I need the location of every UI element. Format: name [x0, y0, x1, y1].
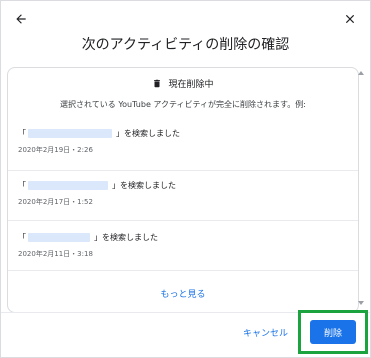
open-bracket: 「 — [18, 128, 26, 138]
scroll-up-arrow[interactable] — [358, 71, 364, 75]
item-suffix: 」を検索しました — [94, 232, 158, 242]
divider — [8, 170, 358, 171]
delete-button[interactable]: 削除 — [310, 320, 356, 344]
redacted-search-term — [28, 232, 90, 242]
status-label: 現在削除中 — [168, 80, 214, 90]
cancel-button[interactable]: キャンセル — [243, 325, 288, 343]
description-text: 選択されている YouTube アクティビティが完全に削除されます。例: — [60, 100, 306, 109]
back-button[interactable] — [9, 7, 33, 31]
divider — [8, 220, 358, 221]
divider — [8, 270, 358, 271]
status-row: 現在削除中 — [8, 77, 358, 90]
item-suffix: 」を検索しました — [116, 128, 180, 138]
trash-icon — [154, 79, 161, 88]
list-item: 「 」を検索しました 2020年2月11日・3:18 — [18, 230, 348, 259]
arrow-back-icon — [16, 14, 26, 24]
item-date: 2020年2月11日・3:18 — [18, 250, 93, 258]
scroll-down-arrow[interactable] — [358, 301, 364, 305]
show-more-link[interactable]: もっと見る — [8, 287, 358, 300]
item-date: 2020年2月17日・1:52 — [18, 198, 93, 206]
list-item: 「 」を検索しました 2020年2月19日・2:26 — [18, 126, 348, 155]
item-date: 2020年2月19日・2:26 — [18, 146, 93, 154]
redacted-search-term — [28, 128, 112, 138]
dialog-title: 次のアクティビティの削除の確認 — [81, 37, 290, 53]
open-bracket: 「 — [18, 232, 26, 242]
close-button[interactable] — [338, 7, 362, 31]
item-suffix: 」を検索しました — [112, 180, 176, 190]
delete-confirmation-dialog: 次のアクティビティの削除の確認 現在削除中 選択されている YouTube アク… — [0, 0, 371, 358]
activity-preview-panel: 現在削除中 選択されている YouTube アクティビティが完全に削除されます。… — [7, 67, 359, 313]
open-bracket: 「 — [18, 180, 26, 190]
close-icon — [345, 14, 355, 24]
redacted-search-term — [28, 180, 108, 190]
list-item: 「 」を検索しました 2020年2月17日・1:52 — [18, 178, 348, 207]
